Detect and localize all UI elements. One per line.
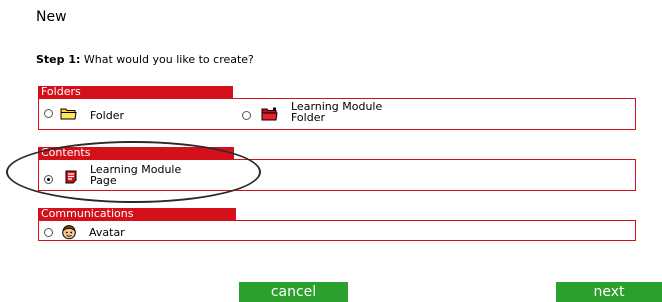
communications-section-title: Communications [38, 208, 236, 220]
lm-folder-label: Learning Module Folder [291, 101, 382, 123]
folders-section-title: Folders [38, 86, 233, 98]
red-folder-icon [261, 107, 278, 121]
folder-icon [60, 107, 77, 120]
step-question: What would you like to create? [83, 53, 254, 66]
next-button[interactable]: next [556, 282, 662, 302]
option-folder[interactable]: Folder [44, 107, 124, 122]
folder-radio[interactable] [44, 109, 53, 118]
option-avatar[interactable]: Avatar [44, 224, 125, 240]
communications-section: Communications Avatar [38, 208, 636, 243]
communications-box [38, 220, 636, 241]
page-title: New [36, 9, 67, 25]
step-instruction: Step 1: What would you like to create? [36, 53, 254, 66]
lm-folder-label-line2: Folder [291, 111, 325, 124]
cancel-button[interactable]: cancel [239, 282, 348, 302]
avatar-icon [61, 224, 77, 240]
step-label: Step 1: [36, 53, 81, 66]
lm-folder-radio[interactable] [242, 111, 251, 120]
option-learning-module-folder[interactable]: Learning Module Folder [242, 101, 382, 123]
avatar-label: Avatar [89, 225, 125, 239]
folder-label: Folder [90, 109, 124, 122]
folders-section: Folders Folder Learning Module Folder [38, 86, 636, 131]
avatar-radio[interactable] [44, 227, 53, 237]
highlight-ellipse [6, 141, 261, 203]
